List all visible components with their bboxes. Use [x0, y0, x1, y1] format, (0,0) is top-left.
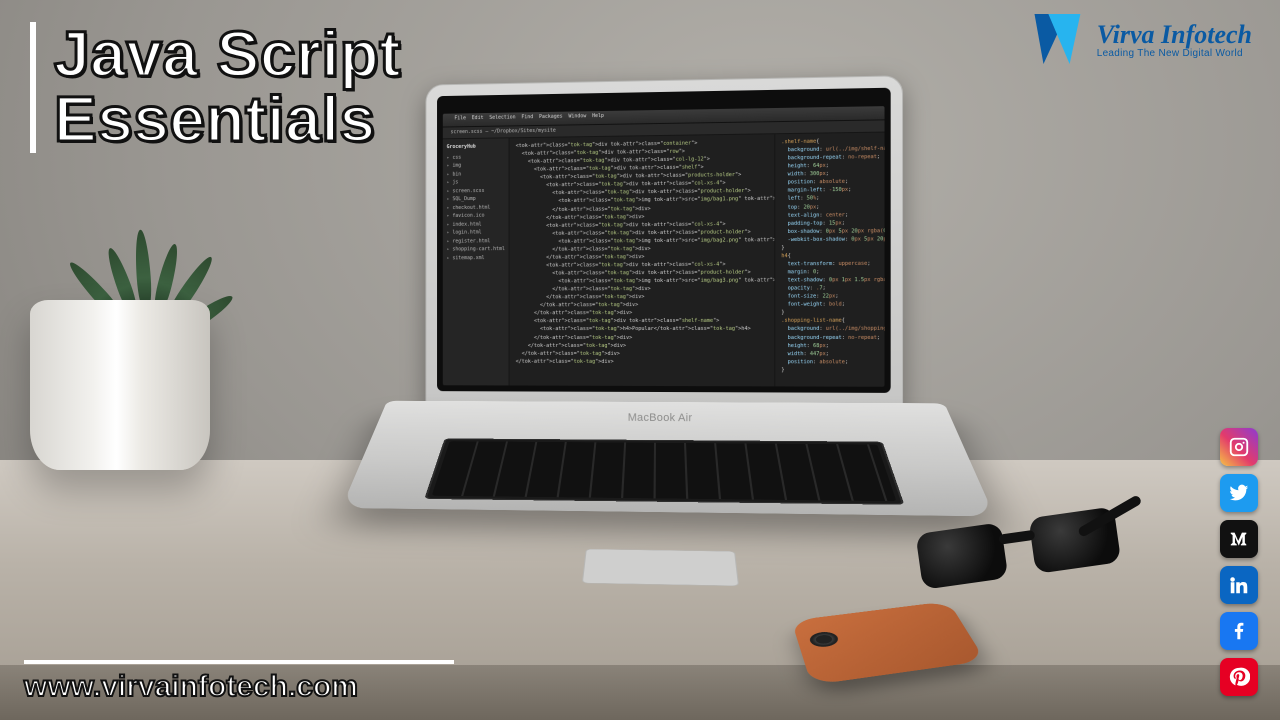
- logo-mark-icon: [1031, 14, 1089, 66]
- medium-icon[interactable]: [1220, 520, 1258, 558]
- code-editor-screen: FileEditSelectionFindPackagesWindowHelp …: [443, 106, 885, 387]
- company-name: Virva Infotech: [1097, 22, 1252, 48]
- pinterest-icon[interactable]: [1220, 658, 1258, 696]
- laptop: FileEditSelectionFindPackagesWindowHelp …: [387, 74, 944, 605]
- linkedin-icon[interactable]: [1220, 566, 1258, 604]
- file-tree: GroceryHubcssimgbinjsscreen.scssSQL_Dump…: [443, 138, 510, 385]
- trackpad: [582, 549, 739, 586]
- instagram-icon[interactable]: [1220, 428, 1258, 466]
- headline-line-2: Essentials: [54, 83, 376, 155]
- keyboard: [424, 438, 904, 504]
- facebook-icon[interactable]: [1220, 612, 1258, 650]
- website-link[interactable]: www.virvainfotech.com: [24, 670, 358, 703]
- company-logo[interactable]: Virva Infotech Leading The New Digital W…: [1031, 14, 1252, 66]
- headline-line-1: Java Script: [54, 18, 401, 90]
- code-pane-css: .shelf-name{ background: url(../img/shel…: [774, 130, 884, 387]
- code-pane-html: <tok-attr">class="tok-tag">div tok-attr"…: [510, 134, 774, 386]
- plant-pot: [30, 300, 210, 470]
- twitter-icon[interactable]: [1220, 474, 1258, 512]
- social-links: [1220, 428, 1258, 696]
- divider-line: [24, 660, 454, 664]
- logo-text: Virva Infotech Leading The New Digital W…: [1097, 22, 1252, 59]
- company-tagline: Leading The New Digital World: [1097, 48, 1252, 59]
- website-url-block: www.virvainfotech.com: [24, 660, 454, 704]
- headline: Java Script Essentials: [30, 22, 401, 153]
- promo-graphic: FileEditSelectionFindPackagesWindowHelp …: [0, 0, 1280, 720]
